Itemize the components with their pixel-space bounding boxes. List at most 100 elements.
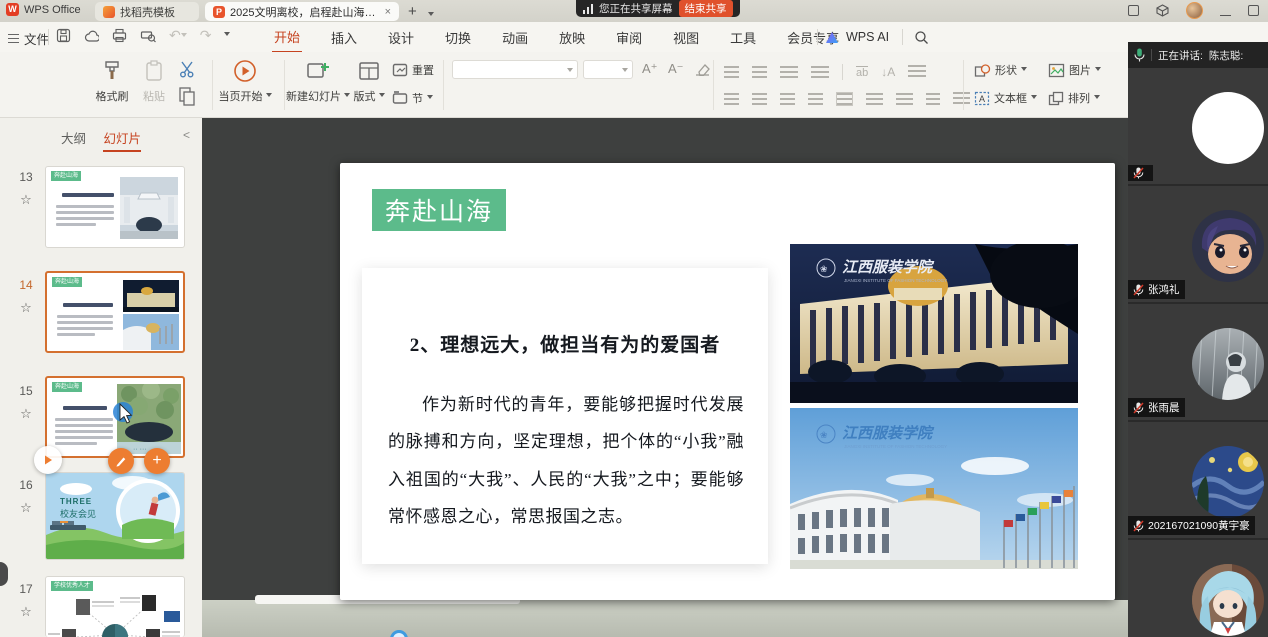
layout-label: 版式 [353, 91, 375, 103]
tab-view[interactable]: 视图 [671, 23, 701, 52]
save-icon[interactable] [56, 28, 71, 43]
align-right-icon[interactable] [780, 93, 795, 105]
wps-office-app-tab[interactable]: W WPS Office [6, 3, 81, 16]
redo-icon[interactable]: ↷ [200, 27, 212, 44]
row-spacing-icon[interactable] [866, 93, 883, 105]
eraser-icon [694, 62, 711, 76]
slides-tab[interactable]: 幻灯片 [103, 132, 141, 152]
speaker-name: 陈志聪: [1209, 48, 1243, 63]
slide-17-thumbnail[interactable]: 学校优秀人才 [45, 576, 185, 637]
numbered-list-icon[interactable] [752, 66, 767, 78]
wps-ai-label[interactable]: WPS AI [846, 30, 889, 44]
maximize-button[interactable] [1248, 5, 1259, 16]
tab-list-chevron-icon[interactable] [428, 8, 434, 22]
slide-13-number: 13 [14, 170, 38, 184]
minimize-button[interactable] [1220, 15, 1231, 16]
paste-button[interactable]: 粘贴 [137, 58, 171, 104]
customize-quickbar-chevron-icon[interactable] [224, 32, 230, 39]
text-direction-icon[interactable]: ab [856, 66, 868, 79]
participant-tile[interactable] [1128, 68, 1268, 186]
format-painter-button[interactable]: 格式刷 [92, 58, 132, 104]
reset-button[interactable]: 重置 [392, 62, 434, 78]
font-name-select[interactable] [452, 60, 578, 79]
smartart-convert-icon[interactable] [908, 65, 926, 79]
photo-campus-day[interactable]: ❀ 江西服装学院 JIANGXI INSTITUTE OF FASHION TE… [790, 408, 1078, 569]
play-icon [42, 454, 54, 466]
tab-presentation-document[interactable]: P 2025文明离校，启程赴山海，校友 × [205, 2, 399, 21]
account-avatar[interactable] [1186, 2, 1203, 19]
tab-tools[interactable]: 工具 [728, 23, 758, 52]
tab-insert[interactable]: 插入 [329, 23, 359, 52]
slide-14-thumbnail-selected[interactable]: 奔赴山海 [45, 271, 185, 353]
line-spacing-icon[interactable] [926, 93, 940, 105]
add-slide-plus-button[interactable]: + [144, 448, 170, 474]
section-button[interactable]: 节 [392, 90, 433, 106]
slide-text-card[interactable]: 2、理想远大，做担当有为的爱国者 作为新时代的青年，要能够把握时代发展的脉搏和方… [362, 268, 768, 564]
decrease-indent-icon[interactable] [780, 66, 798, 78]
participant-tile[interactable]: 张鸿礼 [1128, 186, 1268, 304]
distribute-icon[interactable] [836, 92, 853, 106]
shapes-button[interactable]: 形状 [974, 62, 1027, 78]
slide-15-star-icon[interactable]: ☆ [16, 406, 36, 422]
tab-template-store[interactable]: 找稻壳模板 [95, 2, 199, 21]
paragraph-settings-icon[interactable] [953, 92, 970, 106]
template-tab-label: 找稻壳模板 [120, 4, 191, 20]
close-tab-icon[interactable]: × [385, 6, 391, 18]
slide-13-thumbnail[interactable]: 奔赴山海 [45, 166, 185, 248]
current-slide[interactable]: 奔赴山海 2、理想远大，做担当有为的爱国者 作为新时代的青年，要能够把握时代发展… [340, 163, 1115, 600]
vertical-text-icon[interactable]: ↓A [881, 65, 895, 79]
cut-button[interactable] [178, 60, 196, 81]
participant-tile[interactable]: 张雨晨 [1128, 304, 1268, 422]
thumbnail-play-button[interactable] [34, 446, 62, 474]
copy-button[interactable] [178, 86, 196, 109]
increase-indent-icon[interactable] [811, 66, 829, 78]
bullet-list-icon[interactable] [724, 66, 739, 78]
new-tab-button[interactable]: + [408, 3, 417, 20]
participant-tile[interactable] [1128, 540, 1268, 637]
tab-review[interactable]: 审阅 [614, 23, 644, 52]
slide-14-star-icon[interactable]: ☆ [16, 300, 36, 316]
quick-access-toolbar: ↶ ↷ [56, 27, 230, 44]
slide-16-star-icon[interactable]: ☆ [16, 500, 36, 516]
slide-13-star-icon[interactable]: ☆ [16, 192, 36, 208]
collapse-panel-chevron[interactable]: < [183, 128, 190, 142]
thumb14-photo-night [123, 280, 179, 312]
tab-design[interactable]: 设计 [386, 23, 416, 52]
print-icon[interactable] [112, 28, 127, 43]
new-slide-button[interactable]: 新建幻灯片 [282, 58, 354, 104]
print-preview-icon[interactable] [140, 28, 156, 43]
tab-slideshow[interactable]: 放映 [557, 23, 587, 52]
undo-icon[interactable]: ↶ [169, 27, 187, 44]
photo-campus-night[interactable]: ❀ 江西服装学院 JIANGXI INSTITUTE OF FASHION TE… [790, 244, 1078, 403]
textbox-button[interactable]: A 文本框 [974, 90, 1037, 106]
tab-animations[interactable]: 动画 [500, 23, 530, 52]
participant-chip [1128, 165, 1153, 181]
slide-16-number: 16 [14, 478, 38, 492]
column-spacing-icon[interactable] [896, 93, 913, 105]
restore-layout-icon[interactable] [1128, 5, 1139, 16]
slide-17-star-icon[interactable]: ☆ [16, 604, 36, 620]
align-center-icon[interactable] [752, 93, 767, 105]
output-icon[interactable] [84, 28, 99, 43]
decrease-font-button[interactable]: A⁻ [668, 61, 684, 77]
annotate-pen-button[interactable] [108, 448, 134, 474]
font-size-select[interactable] [583, 60, 633, 79]
justify-icon[interactable] [808, 93, 823, 105]
tab-transitions[interactable]: 切换 [443, 23, 473, 52]
slide-16-thumbnail[interactable]: THREE 校友会见 [45, 472, 185, 560]
align-left-icon[interactable] [724, 93, 739, 105]
arrange-button[interactable]: 排列 [1048, 90, 1100, 106]
shapes-icon [974, 63, 991, 78]
participant-tile[interactable]: 202167021090黄宇豪 [1128, 422, 1268, 540]
cube-3d-icon[interactable] [1156, 4, 1169, 17]
end-share-button[interactable]: 结束共享 [679, 0, 733, 17]
file-menu-button[interactable]: 文件 [8, 29, 49, 48]
search-icon[interactable] [914, 30, 929, 45]
clear-format-button[interactable] [694, 62, 711, 79]
picture-button[interactable]: 图片 [1048, 62, 1101, 78]
outline-tab[interactable]: 大纲 [61, 132, 86, 146]
layout-button[interactable]: 版式 [346, 58, 392, 104]
tab-home[interactable]: 开始 [272, 22, 302, 53]
increase-font-button[interactable]: A⁺ [642, 61, 658, 77]
play-from-current-button[interactable]: 当页开始 [214, 58, 276, 104]
